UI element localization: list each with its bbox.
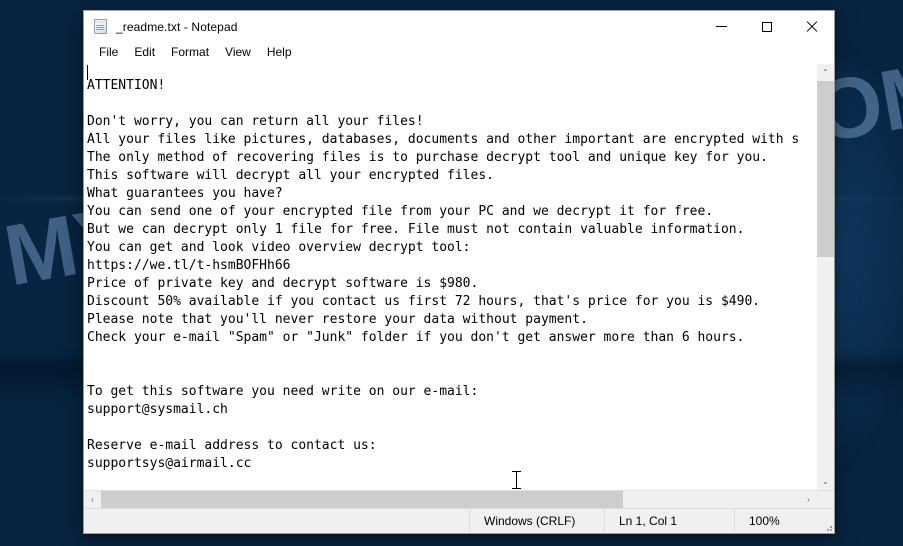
minimize-icon (716, 26, 727, 27)
scroll-left-icon[interactable]: ‹ (84, 491, 101, 508)
scroll-right-icon[interactable]: › (800, 491, 817, 508)
editor-area: ATTENTION! Don't worry, you can return a… (84, 63, 834, 490)
menu-item-edit[interactable]: Edit (126, 43, 163, 62)
maximize-button[interactable] (744, 11, 789, 42)
vertical-scroll-thumb[interactable] (817, 81, 834, 257)
maximize-icon (761, 21, 772, 32)
window-controls (699, 11, 834, 42)
notepad-window: _readme.txt - Notepad File Edit Format V… (83, 10, 835, 534)
document-text[interactable]: ATTENTION! Don't worry, you can return a… (87, 77, 799, 490)
menu-item-view[interactable]: View (217, 43, 259, 62)
status-bar-spacer (84, 509, 469, 533)
scroll-up-icon[interactable]: ⌃ (817, 64, 834, 81)
minimize-button[interactable] (699, 11, 744, 42)
status-cursor-position: Ln 1, Col 1 (604, 509, 734, 533)
window-title: _readme.txt - Notepad (116, 19, 238, 34)
menu-item-file[interactable]: File (91, 43, 126, 62)
status-encoding: Windows (CRLF) (469, 509, 604, 533)
status-bar: Windows (CRLF) Ln 1, Col 1 100% (84, 508, 834, 533)
scroll-down-icon[interactable]: ⌄ (817, 473, 834, 490)
horizontal-scroll-thumb[interactable] (101, 491, 623, 508)
horizontal-scroll-track[interactable] (101, 491, 800, 508)
notepad-icon (93, 18, 109, 35)
vertical-scroll-track[interactable] (817, 81, 834, 473)
menu-item-format[interactable]: Format (163, 43, 217, 62)
scrollbar-corner (817, 491, 834, 508)
menu-item-help[interactable]: Help (259, 43, 300, 62)
horizontal-scrollbar[interactable]: ‹ › (84, 490, 834, 508)
status-zoom-level: 100% (734, 509, 834, 533)
close-icon (806, 21, 818, 33)
text-editor[interactable]: ATTENTION! Don't worry, you can return a… (84, 64, 816, 490)
vertical-scrollbar[interactable]: ⌃ ⌄ (816, 64, 834, 490)
menu-bar: File Edit Format View Help (84, 42, 834, 63)
resize-grip[interactable] (822, 521, 832, 531)
close-button[interactable] (789, 11, 834, 42)
title-bar[interactable]: _readme.txt - Notepad (84, 11, 834, 42)
